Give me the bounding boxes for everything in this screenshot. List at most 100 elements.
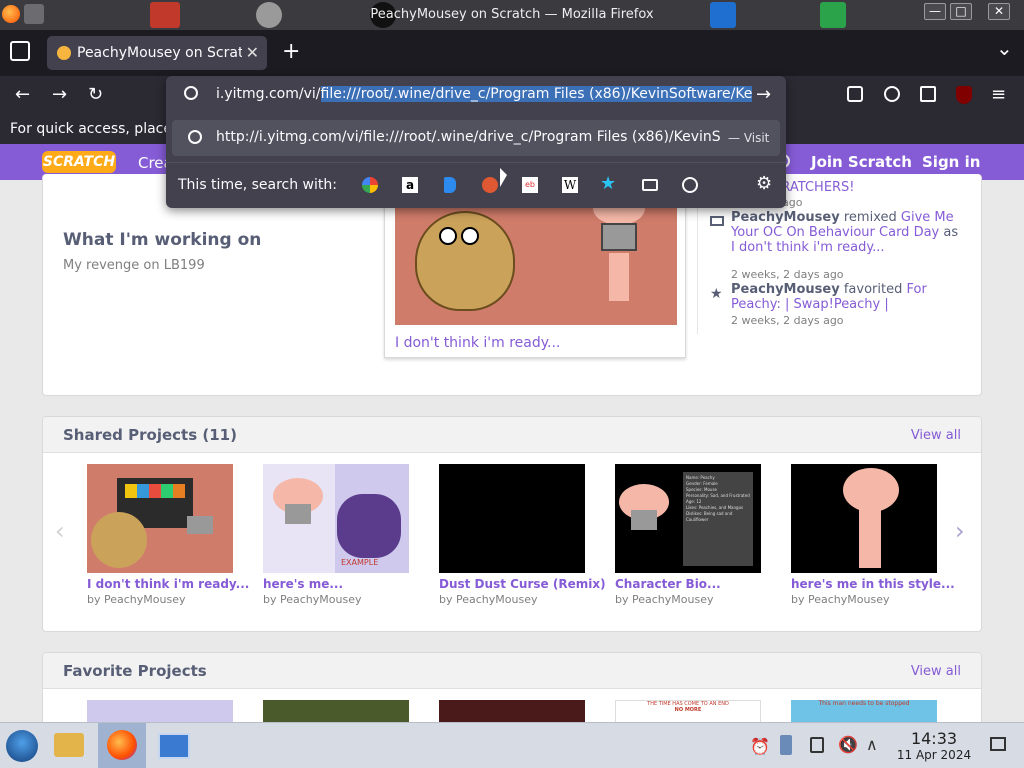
project-author[interactable]: by PeachyMousey — [615, 593, 761, 606]
google-icon[interactable] — [362, 177, 378, 193]
amazon-icon[interactable]: a — [402, 177, 418, 193]
globe-icon — [188, 130, 202, 144]
bookmarks-hint-text: For quick access, place — [10, 121, 172, 137]
back-arrow-icon[interactable]: ← — [15, 84, 30, 105]
hamburger-menu-icon[interactable]: ≡ — [991, 84, 1006, 105]
close-window-button[interactable]: ✕ — [988, 3, 1010, 20]
project-card[interactable]: Name: Peachy Gender: Female Species: Mou… — [615, 464, 761, 606]
remix-icon — [710, 216, 724, 226]
storage-icon[interactable] — [810, 737, 824, 753]
history-icon[interactable] — [682, 177, 698, 193]
activity-user[interactable]: PeachyMousey — [731, 210, 840, 225]
extensions-icon[interactable] — [920, 86, 936, 102]
wikipedia-icon[interactable]: W — [562, 177, 578, 193]
search-engines-row: This time, search with: a eb W ★ ⚙ — [166, 162, 786, 208]
url-input[interactable]: i.yitmg.com/vi/file:///root/.wine/drive_… — [216, 86, 752, 102]
volume-muted-icon[interactable]: 🔇 — [838, 735, 858, 754]
list-all-tabs-button[interactable]: ⌄ — [996, 36, 1013, 60]
tab-bar: PeachyMousey on Scratc ✕ + ⌄ — [0, 30, 1024, 76]
project-title[interactable]: I don't think i'm ready... — [87, 577, 249, 591]
profile-page: What I'm working on My revenge on LB199 … — [0, 174, 1024, 732]
bio-panel: Name: Peachy Gender: Female Species: Mou… — [683, 472, 753, 566]
forward-arrow-icon[interactable]: → — [52, 84, 67, 105]
scratch-favicon-icon — [57, 46, 71, 60]
clipboard-icon[interactable] — [780, 735, 792, 755]
working-on-subtitle: My revenge on LB199 — [63, 258, 205, 273]
activity-item-2-time: 2 weeks, 2 days ago — [731, 314, 844, 327]
favorite-star-icon: ★ — [710, 286, 723, 302]
ebay-icon[interactable]: eb — [522, 177, 538, 193]
url-selection: file:///root/.wine/drive_c/Program Files… — [320, 86, 752, 102]
working-on-title: What I'm working on — [63, 230, 262, 250]
activity-project-link[interactable]: I don't think i'm ready... — [731, 240, 885, 255]
project-thumbnail[interactable]: Name: Peachy Gender: Female Species: Mou… — [615, 464, 761, 573]
notifications-bell-icon[interactable]: ⏰ — [750, 737, 770, 756]
close-tab-icon[interactable]: ✕ — [246, 43, 259, 62]
activity-user[interactable]: PeachyMousey — [731, 282, 840, 297]
window-titlebar: PeachyMousey on Scratch — Mozilla Firefo… — [0, 0, 1024, 30]
thumbnail-label: EXAMPLE — [341, 558, 379, 567]
project-card[interactable]: I don't think i'm ready... by PeachyMous… — [87, 464, 249, 606]
minimize-button[interactable]: — — [924, 3, 946, 20]
project-author[interactable]: by PeachyMousey — [263, 593, 409, 606]
suggestion-url: http://i.yitmg.com/vi/file:///root/.wine… — [216, 129, 720, 145]
project-card[interactable]: EXAMPLE here's me... by PeachyMousey — [263, 464, 409, 606]
search-icon — [184, 86, 198, 100]
clock-time: 14:33 — [910, 729, 958, 748]
project-author[interactable]: by PeachyMousey — [87, 593, 233, 606]
featured-project-title[interactable]: I don't think i'm ready... — [395, 335, 560, 351]
firefox-view-icon[interactable] — [10, 41, 30, 61]
reload-icon[interactable]: ↻ — [88, 84, 103, 105]
shared-projects-box: Shared Projects (11) View all ‹ › I don'… — [42, 416, 982, 632]
start-menu-icon[interactable] — [6, 730, 38, 762]
show-desktop-icon[interactable] — [990, 737, 1006, 751]
firefox-icon — [107, 730, 137, 760]
new-tab-button[interactable]: + — [282, 39, 300, 64]
tab-peachymousey[interactable]: PeachyMousey on Scratc ✕ — [47, 36, 267, 70]
project-author[interactable]: by PeachyMousey — [439, 593, 585, 606]
carousel-prev-icon[interactable]: ‹ — [55, 517, 65, 545]
tabs-icon[interactable] — [642, 179, 658, 191]
maximize-button[interactable]: □ — [950, 3, 972, 20]
scratch-logo[interactable]: SCRATCH — [42, 151, 116, 173]
taskbar: ⏰ 🔇 ∧ 14:33 11 Apr 2024 — [0, 722, 1024, 768]
project-card[interactable]: here's me in this style... by PeachyMous… — [791, 464, 955, 606]
shared-view-all-link[interactable]: View all — [911, 428, 961, 443]
project-thumbnail[interactable] — [439, 464, 585, 573]
url-suggestion[interactable]: http://i.yitmg.com/vi/file:///root/.wine… — [172, 120, 780, 156]
clock-date: 11 Apr 2024 — [896, 748, 972, 762]
bing-icon[interactable] — [444, 177, 456, 193]
project-author[interactable]: by PeachyMousey — [791, 593, 937, 606]
search-with-label: This time, search with: — [178, 177, 337, 193]
pocket-icon[interactable] — [847, 86, 863, 102]
favorite-projects-box: Favorite Projects View all THE TIME HAS … — [42, 652, 982, 732]
clock[interactable]: 14:33 11 Apr 2024 — [896, 729, 972, 762]
project-card[interactable]: Dust Dust Curse (Remix) by PeachyMousey — [439, 464, 606, 606]
favorite-projects-title: Favorite Projects — [63, 662, 207, 680]
carousel-next-icon[interactable]: › — [955, 517, 965, 545]
go-arrow-icon[interactable]: → — [756, 84, 771, 105]
project-title[interactable]: here's me in this style... — [791, 577, 955, 591]
account-icon[interactable] — [884, 86, 900, 102]
join-scratch-link[interactable]: Join Scratch — [811, 153, 912, 171]
project-title[interactable]: here's me... — [263, 577, 409, 591]
project-title[interactable]: Dust Dust Curse (Remix) — [439, 577, 606, 591]
project-thumbnail[interactable]: EXAMPLE — [263, 464, 409, 573]
url-input-row[interactable]: i.yitmg.com/vi/file:///root/.wine/drive_… — [166, 76, 786, 116]
taskbar-firefox-button[interactable] — [98, 723, 146, 768]
window-title: PeachyMousey on Scratch — Mozilla Firefo… — [370, 7, 654, 22]
project-thumbnail[interactable] — [87, 464, 233, 573]
activity-item-1-time: 2 weeks, 2 days ago — [731, 268, 844, 281]
project-title[interactable]: Character Bio... — [615, 577, 761, 591]
favorites-view-all-link[interactable]: View all — [911, 664, 961, 679]
bookmarks-star-icon[interactable]: ★ — [600, 173, 616, 194]
url-dropdown: i.yitmg.com/vi/file:///root/.wine/drive_… — [166, 76, 786, 208]
search-settings-gear-icon[interactable]: ⚙ — [756, 173, 772, 194]
file-manager-icon[interactable] — [54, 733, 84, 757]
duckduckgo-icon[interactable] — [482, 177, 498, 193]
project-thumbnail[interactable] — [791, 464, 937, 573]
tray-expand-icon[interactable]: ∧ — [866, 735, 878, 754]
sign-in-link[interactable]: Sign in — [922, 153, 980, 171]
control-panel-icon[interactable] — [158, 733, 190, 759]
ublock-origin-icon[interactable] — [956, 86, 972, 104]
